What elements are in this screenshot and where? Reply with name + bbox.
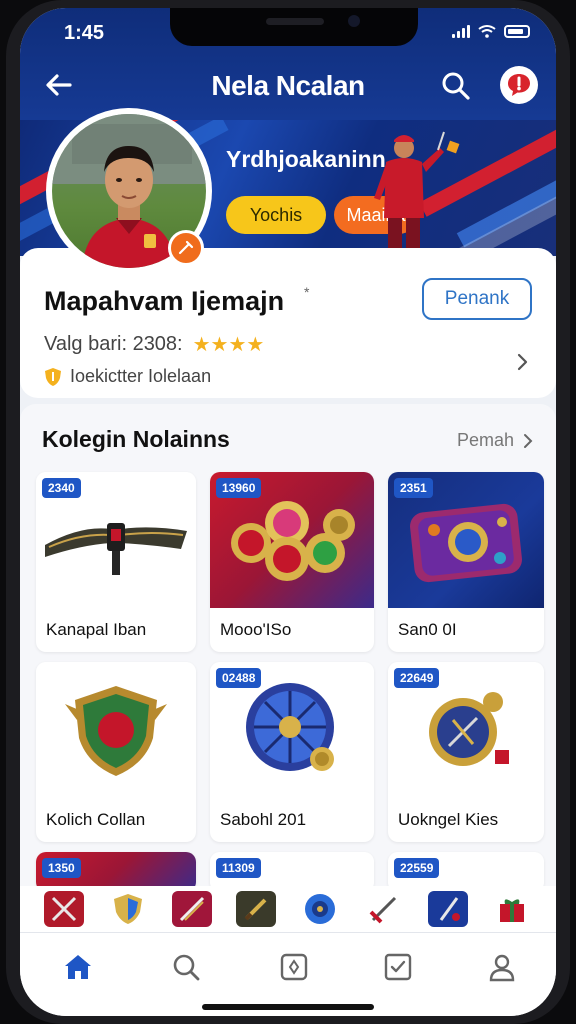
blades-icon[interactable] <box>172 891 212 927</box>
item-label: Sabohl 201 <box>220 810 307 829</box>
tab-home[interactable] <box>58 947 98 987</box>
orb-icon[interactable] <box>300 891 340 927</box>
item-card[interactable]: 13960 Mooo'ISo <box>210 472 374 652</box>
speech-bubble-alert-icon <box>508 74 530 96</box>
wifi-icon <box>478 25 496 38</box>
speaker-grill <box>266 18 324 25</box>
item-card[interactable]: 02488 Sabohl 201 <box>210 662 374 842</box>
price-badge: 11309 <box>216 858 261 878</box>
collection-section: Kolegin Nolainns Pemah 2340 Kanapal Iban… <box>20 404 556 904</box>
winged-blade-icon <box>45 523 187 575</box>
quick-item-strip <box>20 886 556 932</box>
banner-primary-button[interactable]: Yochis <box>226 196 326 234</box>
sub-label: Ioekictter Iolelaan <box>70 366 212 386</box>
item-grid: 2340 Kanapal Iban 13960 Mooo'ISo 2351 Sa… <box>36 472 544 892</box>
ornate-wallet-icon <box>410 503 522 583</box>
item-card[interactable]: Kolich Collan <box>36 662 196 842</box>
section-title: Kolegin Nolainns <box>42 426 230 452</box>
inventory-icon <box>280 953 308 981</box>
page-title: Nela Ncalan <box>211 70 365 101</box>
profile-name: Mapahvam Ijemajn <box>44 286 285 316</box>
sword-icon[interactable] <box>364 891 404 927</box>
item-card[interactable]: 2351 San0 0I <box>388 472 544 652</box>
tab-inventory[interactable] <box>274 947 314 987</box>
item-card[interactable]: 22649 Uokngel Kies <box>388 662 544 842</box>
app-screen: 1:45 Nela Ncalan Yrdhjoakaninn Yochis Ma… <box>20 8 556 1016</box>
follow-button[interactable]: Penank <box>422 278 532 320</box>
item-card[interactable]: 2340 Kanapal Iban <box>36 472 196 652</box>
status-icons <box>452 24 530 38</box>
shield-icon[interactable] <box>108 891 148 927</box>
prize-wheel-icon <box>246 683 334 771</box>
signal-icon <box>452 24 470 38</box>
price-badge: 2340 <box>42 478 81 498</box>
home-icon <box>65 955 91 979</box>
shield-badge-icon <box>45 367 61 386</box>
front-camera <box>348 15 360 27</box>
price-badge: 2351 <box>394 478 433 498</box>
price-badge: 22649 <box>394 668 440 688</box>
crest-shield-icon <box>65 686 167 776</box>
search-icon[interactable] <box>440 70 472 102</box>
profile-icon <box>489 954 515 982</box>
battery-icon <box>504 24 530 38</box>
chevron-right-icon[interactable] <box>512 352 532 372</box>
dagger-icon[interactable] <box>236 891 276 927</box>
device-notch <box>170 8 418 46</box>
item-label: Kanapal Iban <box>46 620 147 639</box>
tab-tasks[interactable] <box>378 947 418 987</box>
rating-stars: ★★★★ <box>192 334 265 356</box>
price-badge: 13960 <box>216 478 262 498</box>
item-label: Kolich Collan <box>46 810 146 829</box>
item-label: San0 0I <box>398 620 457 639</box>
profile-meta: Valg bari: 2308: ★★★★ <box>44 332 264 357</box>
item-label: Mooo'ISo <box>220 620 292 639</box>
item-image <box>36 662 196 798</box>
status-time: 1:45 <box>64 22 105 44</box>
tab-profile[interactable] <box>482 947 522 987</box>
profile-sub[interactable]: Ioekictter Iolelaan <box>44 366 211 387</box>
tab-search[interactable] <box>166 947 206 987</box>
edit-icon <box>178 240 194 255</box>
see-all-link[interactable]: Pemah <box>457 430 534 451</box>
lightning-icon[interactable] <box>428 891 468 927</box>
home-indicator[interactable] <box>202 1004 374 1010</box>
see-all-label: Pemah <box>456 430 514 450</box>
checklist-icon <box>384 953 412 981</box>
price-badge: 02488 <box>216 668 262 688</box>
search-icon <box>173 954 200 981</box>
price-badge: 1350 <box>42 858 81 878</box>
gift-icon[interactable] <box>492 891 532 927</box>
name-mark: * <box>304 284 310 300</box>
medals-icon <box>231 501 355 581</box>
phone-frame: 1:45 Nela Ncalan Yrdhjoakaninn Yochis Ma… <box>6 0 570 1024</box>
profile-card: Mapahvam Ijemajn * Penank Valg bari: 230… <box>20 248 556 398</box>
player-illustration <box>374 131 460 254</box>
alert-button[interactable] <box>500 66 538 104</box>
chevron-right-icon <box>524 433 533 448</box>
item-label: Uokngel Kies <box>398 810 499 829</box>
meta-label: Valg bari: 2308: <box>44 333 183 355</box>
price-badge: 22559 <box>394 858 440 878</box>
crossed-swords-icon[interactable] <box>44 891 84 927</box>
compass-relic-icon <box>429 692 509 766</box>
avatar-edit-button[interactable] <box>168 230 204 266</box>
